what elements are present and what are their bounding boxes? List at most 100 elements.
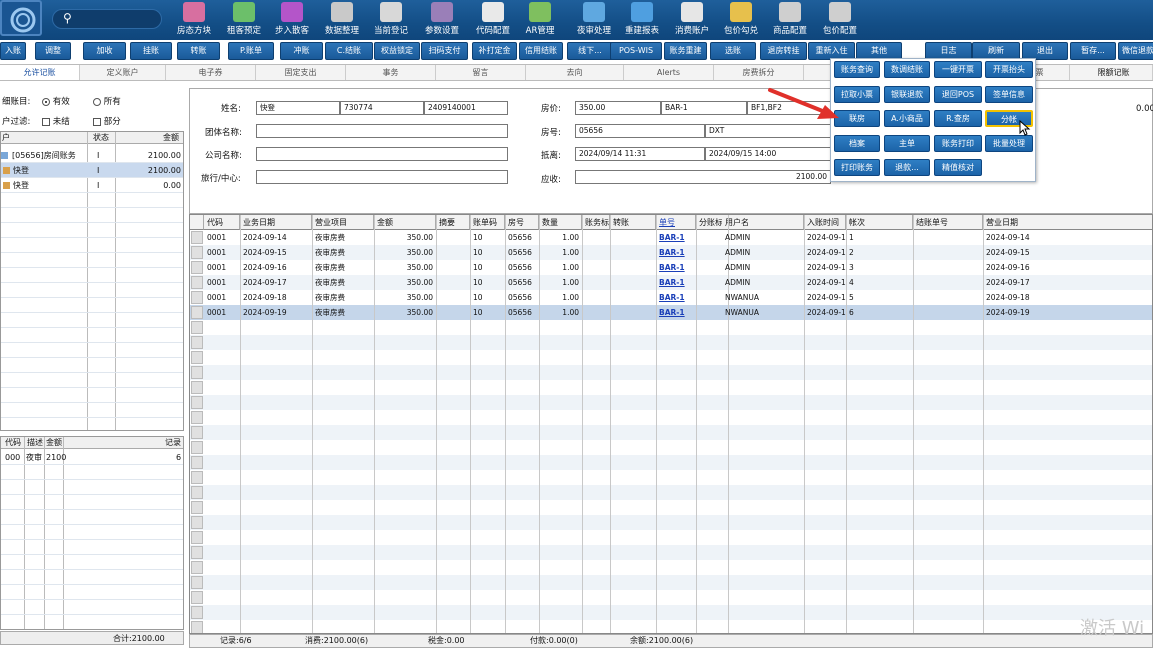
- toolbar-button-15[interactable]: 选账: [710, 42, 756, 60]
- table-cell[interactable]: BAR-1: [656, 305, 696, 320]
- popup-button-2[interactable]: 一键开票: [934, 61, 982, 78]
- toolbar-button-11[interactable]: 信用结账: [519, 42, 563, 60]
- topbar-button-1[interactable]: 租客预定: [220, 0, 268, 40]
- toolbar-button-6[interactable]: 冲账: [280, 42, 323, 60]
- popup-button-1[interactable]: 数调结账: [884, 61, 930, 78]
- toolbar-button-0[interactable]: 入账: [0, 42, 26, 60]
- reservation-id-field[interactable]: 2409140001: [424, 101, 508, 115]
- popup-button-13[interactable]: 主单: [884, 134, 930, 152]
- column-header-6[interactable]: 房号: [505, 215, 539, 230]
- toolbar-right-button-4[interactable]: 微信退款: [1118, 42, 1153, 60]
- table-cell[interactable]: BAR-1: [656, 230, 696, 245]
- app-logo-icon[interactable]: [0, 0, 42, 36]
- toolbar-right-button-3[interactable]: 暂存...: [1070, 42, 1116, 60]
- column-header-0[interactable]: 代码: [204, 215, 240, 230]
- popup-button-10[interactable]: R.查房: [934, 110, 982, 127]
- tab-6[interactable]: 去向: [526, 65, 624, 80]
- popup-button-5[interactable]: 银联退款: [884, 85, 930, 103]
- column-header-8[interactable]: 账务标记: [582, 215, 610, 230]
- tab-2[interactable]: 电子券: [166, 65, 256, 80]
- checkbox-partial[interactable]: 部分: [93, 115, 121, 127]
- column-header-1[interactable]: 业务日期: [240, 215, 312, 230]
- column-header-13[interactable]: 入账时间: [804, 215, 846, 230]
- agency-field[interactable]: [256, 170, 508, 184]
- radio-all[interactable]: 所有: [93, 95, 121, 107]
- column-header-16[interactable]: 营业日期: [983, 215, 1152, 230]
- row-selector[interactable]: [191, 276, 203, 289]
- popup-button-14[interactable]: 账务打印: [934, 134, 982, 152]
- rate-code-field[interactable]: BAR-1: [661, 101, 747, 115]
- tab-7[interactable]: Alerts: [624, 65, 714, 80]
- group-field[interactable]: [256, 124, 508, 138]
- column-header-3[interactable]: 金额: [374, 215, 436, 230]
- column-header-5[interactable]: 账单码: [470, 215, 505, 230]
- tab-8[interactable]: 房费拆分: [714, 65, 804, 80]
- price-field[interactable]: 350.00: [575, 101, 661, 115]
- tab-0[interactable]: 允许记账: [0, 65, 80, 80]
- account-row[interactable]: 快登 I 2100.00: [1, 163, 183, 178]
- tab-3[interactable]: 固定支出: [256, 65, 346, 80]
- topbar-button-6[interactable]: 代码配置: [469, 0, 517, 40]
- room-type-field[interactable]: DXT: [705, 124, 831, 138]
- column-header-12[interactable]: 用户名: [722, 215, 804, 230]
- column-header-10[interactable]: 单号: [656, 215, 696, 230]
- tab-1[interactable]: 定义账户: [80, 65, 166, 80]
- checkbox-unsettled[interactable]: 未结: [42, 115, 70, 127]
- popup-button-12[interactable]: 档案: [834, 134, 880, 152]
- row-selector[interactable]: [191, 261, 203, 274]
- topbar-button-4[interactable]: 当前登记: [367, 0, 415, 40]
- table-cell[interactable]: BAR-1: [656, 245, 696, 260]
- popup-button-15[interactable]: 批量处理: [985, 134, 1033, 152]
- column-header-14[interactable]: 帐次: [846, 215, 913, 230]
- toolbar-button-1[interactable]: 调整: [35, 42, 71, 60]
- tab-4[interactable]: 事务: [346, 65, 436, 80]
- topbar-button-5[interactable]: 参数设置: [418, 0, 466, 40]
- topbar-button-2[interactable]: 步入散客: [268, 0, 316, 40]
- toolbar-button-9[interactable]: 扫码支付: [421, 42, 468, 60]
- topbar-button-12[interactable]: 商品配置: [766, 0, 814, 40]
- row-selector[interactable]: [191, 231, 203, 244]
- tab-10[interactable]: 限额记账: [1075, 65, 1153, 80]
- popup-button-6[interactable]: 退回POS: [934, 85, 982, 103]
- popup-button-3[interactable]: 开票抬头: [985, 61, 1033, 78]
- toolbar-button-5[interactable]: P.账单: [228, 42, 274, 60]
- radio-valid[interactable]: 有效: [42, 95, 70, 107]
- toolbar-button-4[interactable]: 转账: [177, 42, 220, 60]
- arrival-field[interactable]: 2024/09/14 11:31: [575, 147, 705, 161]
- toolbar-button-7[interactable]: C.结账: [325, 42, 373, 60]
- row-selector[interactable]: [191, 306, 203, 319]
- toolbar-button-2[interactable]: 加收: [83, 42, 126, 60]
- toolbar-button-16[interactable]: 退房转挂: [760, 42, 807, 60]
- popup-button-16[interactable]: 打印账务: [834, 159, 880, 176]
- account-row[interactable]: [05656]房间账务 I 2100.00: [1, 148, 183, 163]
- column-header-9[interactable]: 转账: [610, 215, 656, 230]
- profile-id-field[interactable]: 730774: [340, 101, 424, 115]
- room-field[interactable]: 05656: [575, 124, 705, 138]
- topbar-button-9[interactable]: 重建报表: [618, 0, 666, 40]
- topbar-button-3[interactable]: 数据整理: [318, 0, 366, 40]
- popup-button-18[interactable]: 精值核对: [934, 159, 982, 176]
- table-cell[interactable]: BAR-1: [656, 275, 696, 290]
- row-selector[interactable]: [191, 291, 203, 304]
- popup-button-9[interactable]: A.小商品: [884, 110, 930, 127]
- table-cell[interactable]: BAR-1: [656, 290, 696, 305]
- topbar-button-0[interactable]: 房态方块: [170, 0, 218, 40]
- popup-button-7[interactable]: 签单信息: [985, 85, 1033, 103]
- toolbar-button-12[interactable]: 线下...: [567, 42, 613, 60]
- topbar-button-7[interactable]: AR管理: [516, 0, 564, 40]
- popup-button-0[interactable]: 账务查询: [834, 61, 880, 78]
- company-field[interactable]: [256, 147, 508, 161]
- column-header-2[interactable]: 营业项目: [312, 215, 374, 230]
- topbar-button-13[interactable]: 包价配置: [816, 0, 864, 40]
- topbar-button-10[interactable]: 消费账户: [668, 0, 716, 40]
- column-header-7[interactable]: 数量: [539, 215, 582, 230]
- topbar-button-11[interactable]: 包价勾兑: [717, 0, 765, 40]
- column-header-4[interactable]: 摘要: [436, 215, 470, 230]
- toolbar-button-14[interactable]: 账务重建: [664, 42, 707, 60]
- account-row[interactable]: 快登 I 0.00: [1, 178, 183, 193]
- toolbar-button-13[interactable]: POS-WIS: [610, 42, 662, 60]
- topbar-button-8[interactable]: 夜审处理: [570, 0, 618, 40]
- toolbar-button-3[interactable]: 挂账: [130, 42, 172, 60]
- name-field[interactable]: 快登: [256, 101, 340, 115]
- search-input[interactable]: ⚲: [52, 9, 162, 29]
